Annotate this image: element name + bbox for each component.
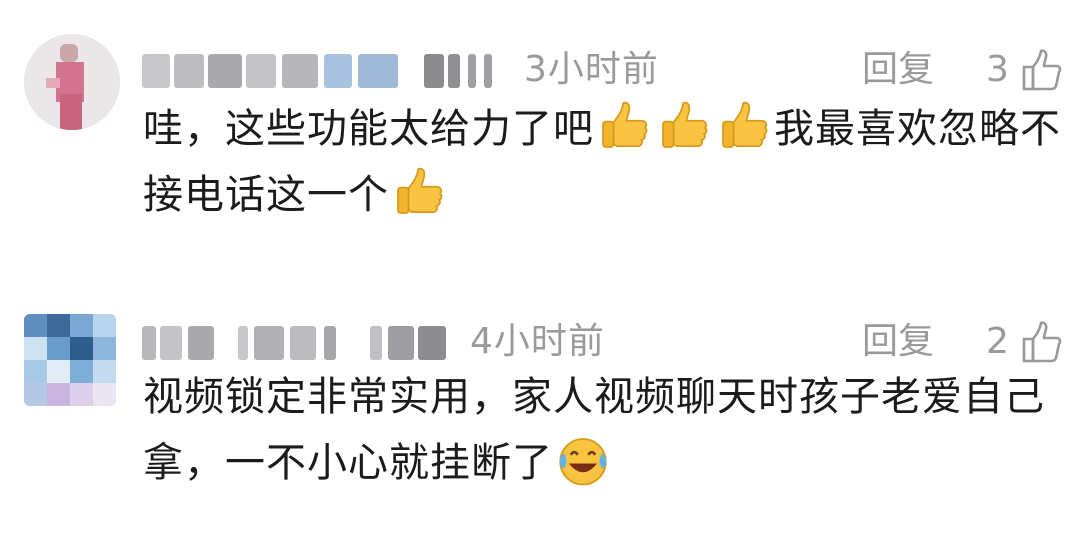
comment-item: 4小时前 回复 2 视频锁定非常实用，家人视频聊天时孩子老爱自己拿，一不小心就挂… (0, 300, 1080, 530)
reply-button[interactable]: 回复 (862, 318, 934, 366)
like-count: 3 (986, 49, 1009, 90)
comment-time: 3小时前 (524, 49, 659, 90)
comment-meta: 4小时前 回复 2 (140, 310, 1080, 370)
like-button-icon[interactable] (1020, 48, 1064, 92)
reply-button[interactable]: 回复 (862, 46, 934, 94)
comment-time: 4小时前 (470, 321, 605, 362)
comment-item: 3小时前 回复 3 哇，这些功能太给力了吧 我最喜欢忽略不接电话这一个 (0, 28, 1080, 248)
like-button-icon[interactable] (1020, 320, 1064, 364)
thumbs-up-icon (391, 164, 447, 220)
user-avatar-image (24, 34, 120, 130)
comment-text: 视频锁定非常实用，家人视频聊天时孩子老爱自己拿，一不小心就挂断了 (143, 374, 1045, 488)
comment-text: 哇，这些功能太给力了吧 我最喜欢忽略不接电话这一个 (143, 96, 1073, 228)
comment-meta: 3小时前 回复 3 (140, 38, 1080, 98)
thumbs-up-icon (596, 98, 652, 154)
like-count: 2 (986, 321, 1009, 362)
avatar[interactable] (24, 34, 120, 130)
thumbs-up-icon (656, 98, 712, 154)
thumbs-up-icon (716, 98, 772, 154)
crying-laughing-icon (555, 432, 611, 488)
avatar[interactable] (24, 314, 116, 406)
user-avatar-image (24, 314, 116, 406)
